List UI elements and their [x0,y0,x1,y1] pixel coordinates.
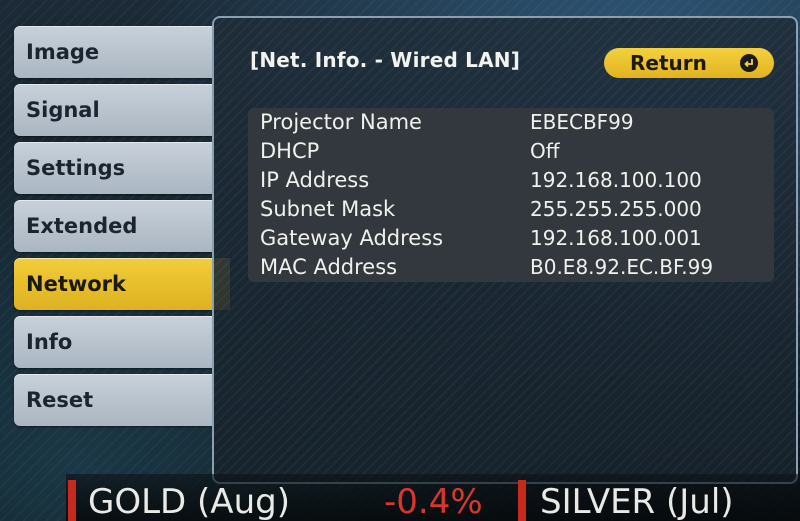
menu-item-info[interactable]: Info [14,316,212,368]
ticker-change-gold: -0.4% [384,482,483,521]
info-row-mac-address: MAC Address B0.E8.92.EC.BF.99 [248,253,774,282]
menu-item-image[interactable]: Image [14,26,212,78]
ticker-marker [68,480,76,521]
info-label: Projector Name [260,110,422,134]
menu-item-extended[interactable]: Extended [14,200,212,252]
return-button-label: Return [630,51,707,75]
ticker-item-silver: SILVER (Jul) [540,482,734,521]
info-label: DHCP [260,139,320,163]
news-ticker: GOLD (Aug) -0.4% SILVER (Jul) [66,474,800,521]
menu-item-settings[interactable]: Settings [14,142,212,194]
info-row-gateway-address: Gateway Address 192.168.100.001 [248,224,774,253]
ticker-item-gold: GOLD (Aug) [88,482,290,521]
info-label: Gateway Address [260,226,444,250]
info-label: Subnet Mask [260,197,396,221]
info-value: EBECBF99 [530,110,634,134]
info-row-subnet-mask: Subnet Mask 255.255.255.000 [248,195,774,224]
network-info-panel: [Net. Info. - Wired LAN] Return Projecto… [212,16,798,484]
enter-icon [740,54,758,72]
return-button[interactable]: Return [604,48,774,78]
menu-item-reset[interactable]: Reset [14,374,212,426]
menu-item-network[interactable]: Network [14,258,230,310]
menu-item-signal[interactable]: Signal [14,84,212,136]
ticker-marker [518,480,526,521]
info-label: MAC Address [260,255,398,279]
panel-title: [Net. Info. - Wired LAN] [250,48,521,72]
info-label: IP Address [260,168,370,192]
info-row-ip-address: IP Address 192.168.100.100 [248,166,774,195]
info-value: 192.168.100.001 [530,226,702,250]
info-value: 192.168.100.100 [530,168,702,192]
info-value: 255.255.255.000 [530,197,702,221]
info-value: Off [530,139,560,163]
info-row-projector-name: Projector Name EBECBF99 [248,108,774,137]
info-row-dhcp: DHCP Off [248,137,774,166]
network-info-table: Projector Name EBECBF99 DHCP Off IP Addr… [248,108,774,282]
info-value: B0.E8.92.EC.BF.99 [530,255,714,279]
